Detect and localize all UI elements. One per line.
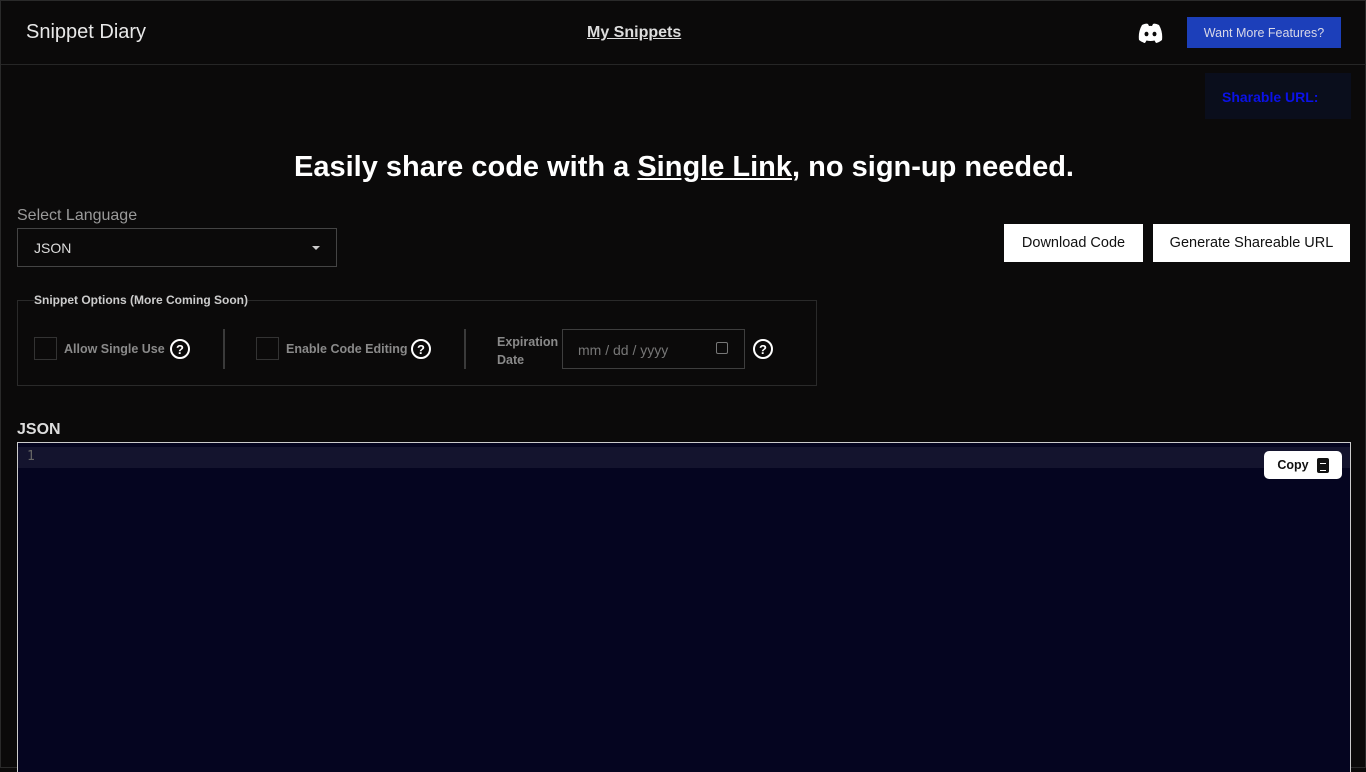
brand-logo[interactable]: Snippet Diary: [26, 21, 146, 44]
date-placeholder: mm / dd / yyyy: [578, 342, 669, 358]
language-value: JSON: [34, 240, 72, 256]
select-language-label: Select Language: [17, 207, 138, 224]
allow-single-use-checkbox[interactable]: [34, 337, 57, 360]
language-select[interactable]: JSON: [17, 228, 337, 267]
hero-link: Single Link: [637, 151, 793, 183]
code-editor[interactable]: 1 Copy: [17, 442, 1351, 772]
copy-button[interactable]: Copy: [1264, 451, 1342, 479]
hero-text-after: , no sign-up needed.: [792, 151, 1074, 183]
download-code-button[interactable]: Download Code: [1004, 224, 1143, 262]
help-icon[interactable]: ?: [753, 339, 773, 359]
discord-icon[interactable]: [1138, 23, 1163, 43]
hero-heading: Easily share code with a Single Link, no…: [1, 151, 1366, 184]
expiration-label-line2: Date: [497, 353, 525, 367]
expiration-date-label: Expiration Date: [497, 333, 558, 369]
want-more-features-button[interactable]: Want More Features?: [1187, 17, 1341, 48]
line-number: 1: [27, 449, 35, 464]
generate-shareable-url-button[interactable]: Generate Shareable URL: [1153, 224, 1350, 262]
active-line: [18, 447, 1350, 468]
top-nav: Snippet Diary My Snippets Want More Feat…: [1, 1, 1366, 65]
allow-single-use-label: Allow Single Use: [64, 342, 165, 356]
copy-label: Copy: [1277, 458, 1309, 472]
enable-code-editing-checkbox[interactable]: [256, 337, 279, 360]
editor-language-label: JSON: [17, 421, 61, 438]
caret-down-icon: [312, 246, 320, 250]
expiration-date-input[interactable]: mm / dd / yyyy: [562, 329, 745, 369]
hero-text-before: Easily share code with a: [294, 151, 638, 183]
help-icon[interactable]: ?: [170, 339, 190, 359]
divider: [464, 329, 466, 369]
clipboard-icon: [1316, 457, 1329, 473]
divider: [223, 329, 225, 369]
my-snippets-link[interactable]: My Snippets: [587, 24, 681, 42]
snippet-options-legend: Snippet Options (More Coming Soon): [34, 293, 248, 307]
calendar-icon[interactable]: [716, 342, 728, 354]
enable-code-editing-label: Enable Code Editing: [286, 342, 408, 356]
expiration-label-line1: Expiration: [497, 335, 559, 349]
help-icon[interactable]: ?: [411, 339, 431, 359]
sharable-url-box: Sharable URL:: [1205, 73, 1351, 119]
